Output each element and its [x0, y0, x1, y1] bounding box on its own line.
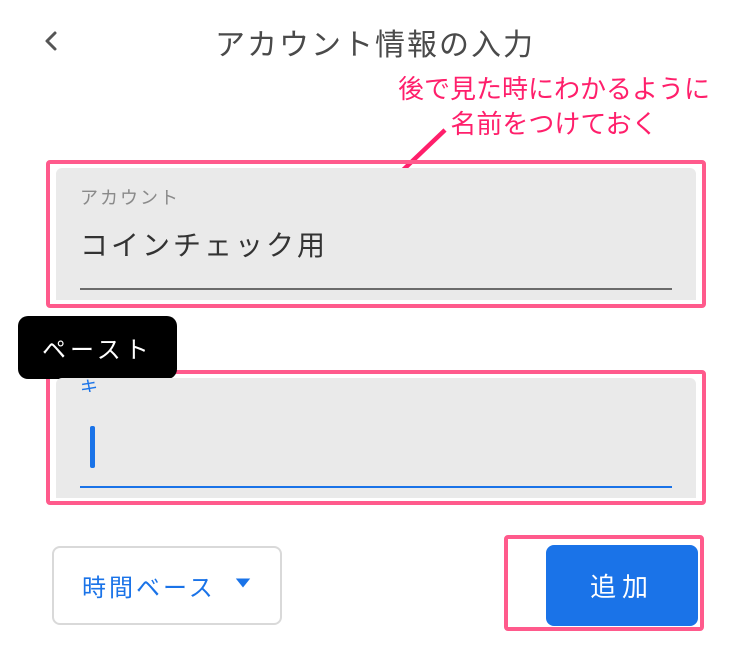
account-input[interactable]	[80, 228, 672, 274]
add-button[interactable]: 追加	[546, 545, 698, 626]
key-field[interactable]: キ	[56, 378, 696, 498]
paste-tooltip[interactable]: ペースト	[18, 316, 177, 379]
type-dropdown-label: 時間ベース	[82, 568, 216, 603]
page-title: アカウント情報の入力	[74, 20, 676, 64]
chevron-left-icon	[40, 29, 64, 56]
type-dropdown[interactable]: 時間ベース	[52, 546, 282, 625]
text-caret	[90, 426, 95, 468]
annotation-line2: 名前をつけておく	[398, 107, 710, 142]
annotation-line1: 後で見た時にわかるように	[398, 72, 710, 107]
caret-down-icon	[234, 574, 252, 597]
annotation-text: 後で見た時にわかるように 名前をつけておく	[398, 72, 710, 142]
account-field[interactable]: アカウント	[56, 168, 696, 300]
key-underline	[80, 486, 672, 488]
key-label-partial: キ	[80, 374, 100, 392]
account-underline	[80, 288, 672, 290]
back-button[interactable]	[30, 20, 74, 64]
account-label: アカウント	[80, 184, 672, 210]
